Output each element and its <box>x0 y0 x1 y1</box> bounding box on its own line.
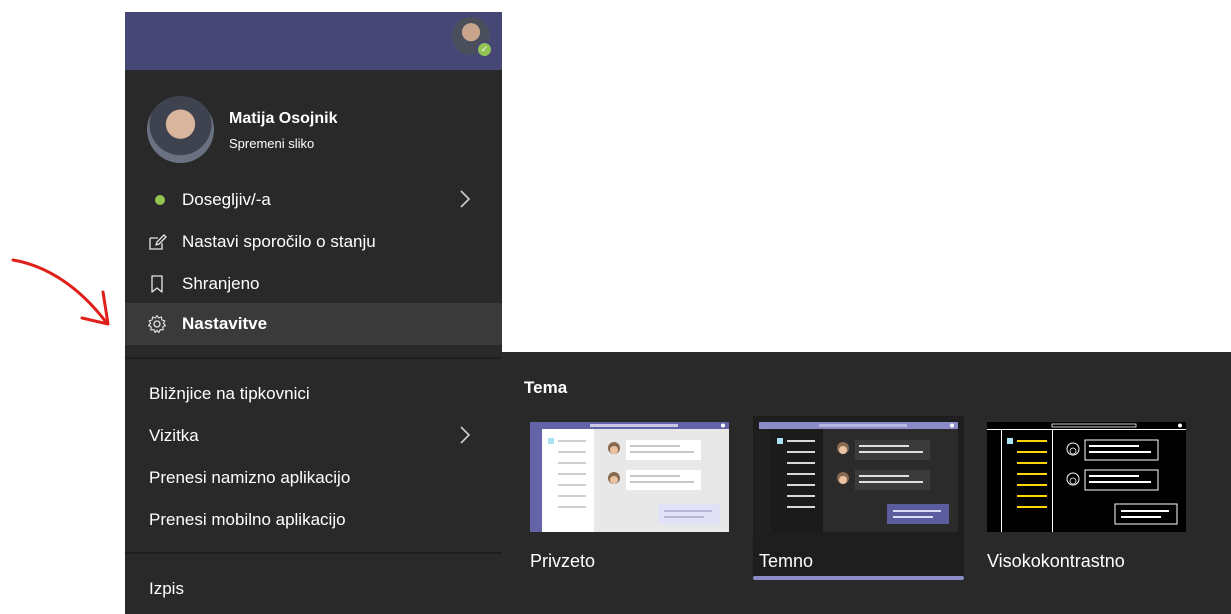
profile-menu: ✓ Matija Osojnik Spremeni sliko Doseglji… <box>125 12 502 614</box>
menu-item-settings[interactable]: Nastavitve <box>125 303 502 345</box>
theme-label-high-contrast: Visokokontrastno <box>987 551 1125 571</box>
menu-item-business-card[interactable]: Vizitka <box>125 415 502 457</box>
annotation-arrow-left <box>11 258 110 326</box>
profile-avatar[interactable] <box>147 96 214 163</box>
bookmark-icon <box>151 275 163 293</box>
header-avatar[interactable]: ✓ <box>452 17 493 58</box>
status-label: Dosegljiv/-a <box>182 190 271 209</box>
edit-icon <box>149 234 167 250</box>
theme-preview-high-contrast <box>987 422 1186 532</box>
theme-label-default: Privzeto <box>530 551 596 571</box>
theme-option-high-contrast[interactable]: Visokokontrastno <box>981 416 1192 580</box>
download-desktop-label: Prenesi namizno aplikacijo <box>149 468 351 487</box>
menu-divider <box>125 552 502 554</box>
menu-item-keyboard-shortcuts[interactable]: Bližnjice na tipkovnici <box>125 373 502 415</box>
settings-label: Nastavitve <box>182 314 268 333</box>
theme-title: Tema <box>524 378 568 397</box>
keyboard-shortcuts-label: Bližnjice na tipkovnici <box>149 384 310 403</box>
theme-label-dark: Temno <box>759 551 814 571</box>
business-card-label: Vizitka <box>149 426 199 445</box>
download-mobile-label: Prenesi mobilno aplikacijo <box>149 510 346 529</box>
menu-item-status[interactable]: Dosegljiv/-a <box>125 179 502 221</box>
menu-item-download-desktop[interactable]: Prenesi namizno aplikacijo <box>125 457 502 499</box>
theme-preview-default <box>530 422 729 532</box>
gear-icon <box>147 314 167 334</box>
chevron-right-icon <box>460 426 471 444</box>
sign-out-label: Izpis <box>149 579 184 598</box>
menu-divider <box>125 357 502 359</box>
chevron-right-icon <box>460 190 471 208</box>
theme-option-default[interactable]: Privzeto <box>524 416 735 580</box>
saved-label: Shranjeno <box>182 274 260 293</box>
theme-panel: Tema Privzeto Temno Visokokontrastno <box>502 352 1231 614</box>
change-photo-link[interactable]: Spremeni sliko <box>229 136 314 151</box>
teams-header-bar: ✓ <box>125 12 502 70</box>
green-dot-icon <box>155 195 165 205</box>
status-message-label: Nastavi sporočilo o stanju <box>182 232 376 251</box>
status-check-icon: ✓ <box>476 41 493 58</box>
menu-item-sign-out[interactable]: Izpis <box>125 568 502 610</box>
menu-item-saved[interactable]: Shranjeno <box>125 263 502 305</box>
menu-item-download-mobile[interactable]: Prenesi mobilno aplikacijo <box>125 499 502 541</box>
menu-item-status-message[interactable]: Nastavi sporočilo o stanju <box>125 221 502 263</box>
profile-name: Matija Osojnik <box>229 110 338 127</box>
theme-preview-dark <box>759 422 958 532</box>
theme-option-dark[interactable]: Temno <box>753 416 964 580</box>
theme-selected-indicator <box>753 576 964 580</box>
